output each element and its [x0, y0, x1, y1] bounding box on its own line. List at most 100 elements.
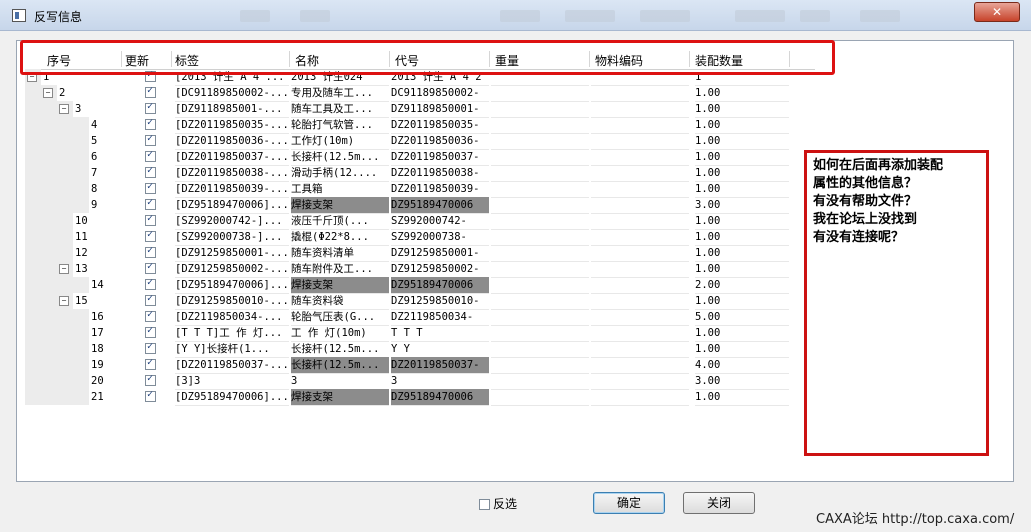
cell-code[interactable]: DZ2119850034-	[391, 309, 489, 326]
cell-material-code[interactable]	[591, 277, 689, 294]
cell-name[interactable]: 随车工具及工...	[291, 101, 389, 118]
cell-quantity[interactable]: 1.00	[695, 165, 789, 182]
update-checkbox[interactable]	[145, 245, 156, 258]
cell-code[interactable]: DZ91259850001-	[391, 245, 489, 262]
table-row[interactable]: 11 [SZ992000738-]...撬棍(Φ22*8...SZ99200073…	[25, 229, 815, 246]
cell-weight[interactable]	[491, 181, 589, 198]
cell-weight[interactable]	[491, 389, 589, 406]
cell-label[interactable]: [DZ20119850037-...	[175, 149, 289, 166]
cell-quantity[interactable]: 1.00	[695, 245, 789, 262]
cell-material-code[interactable]	[591, 197, 689, 214]
table-row[interactable]: −15 [DZ91259850010-...随车资料袋DZ91259850010-…	[25, 293, 815, 310]
cell-weight[interactable]	[491, 293, 589, 310]
cell-name[interactable]: 撬棍(Φ22*8...	[291, 229, 389, 246]
cell-label[interactable]: [SZ992000742-]...	[175, 213, 289, 230]
cell-name[interactable]: 工 作 灯(10m)	[291, 325, 389, 342]
update-checkbox[interactable]	[145, 373, 156, 386]
cell-weight[interactable]	[491, 373, 589, 390]
cell-name[interactable]: 滑动手柄(12....	[291, 165, 389, 182]
cell-quantity[interactable]: 4.00	[695, 357, 789, 374]
cell-code[interactable]: DZ20119850037-	[391, 357, 489, 374]
update-checkbox[interactable]	[145, 309, 156, 322]
cell-quantity[interactable]: 1.00	[695, 229, 789, 246]
cell-label[interactable]: [DZ91259850010-...	[175, 293, 289, 310]
cell-label[interactable]: [DZ20119850038-...	[175, 165, 289, 182]
cell-weight[interactable]	[491, 229, 589, 246]
cell-material-code[interactable]	[591, 293, 689, 310]
cell-code[interactable]: DZ20119850036-	[391, 133, 489, 150]
cell-material-code[interactable]	[591, 373, 689, 390]
update-checkbox[interactable]	[145, 293, 156, 306]
cell-code[interactable]: DZ95189470006	[391, 277, 489, 294]
update-checkbox[interactable]	[145, 277, 156, 290]
cell-name[interactable]: 专用及随车工...	[291, 85, 389, 102]
cell-label[interactable]: [DZ91259850002-...	[175, 261, 289, 278]
cell-code[interactable]: DZ20119850038-	[391, 165, 489, 182]
cell-name[interactable]: 工作灯(10m)	[291, 133, 389, 150]
cell-label[interactable]: [SZ992000738-]...	[175, 229, 289, 246]
cell-weight[interactable]	[491, 277, 589, 294]
cell-material-code[interactable]	[591, 245, 689, 262]
cell-quantity[interactable]: 1.00	[695, 181, 789, 198]
cell-name[interactable]: 3	[291, 373, 389, 390]
table-row[interactable]: 14 [DZ95189470006]...焊接支架DZ95189470006 2.0…	[25, 277, 815, 294]
cell-quantity[interactable]: 3.00	[695, 373, 789, 390]
title-bar[interactable]: 反写信息 ✕	[0, 0, 1031, 31]
cell-weight[interactable]	[491, 197, 589, 214]
cell-weight[interactable]	[491, 165, 589, 182]
cell-weight[interactable]	[491, 261, 589, 278]
cell-material-code[interactable]	[591, 325, 689, 342]
cell-code[interactable]: DZ20119850039-	[391, 181, 489, 198]
cell-material-code[interactable]	[591, 101, 689, 118]
table-row[interactable]: 8 [DZ20119850039-...工具箱DZ20119850039- 1.00	[25, 181, 815, 198]
cell-label[interactable]: [DZ20119850039-...	[175, 181, 289, 198]
table-row[interactable]: 17 [T T T]工 作 灯...工 作 灯(10m)T T T 1.00	[25, 325, 815, 342]
cell-weight[interactable]	[491, 117, 589, 134]
cell-material-code[interactable]	[591, 261, 689, 278]
update-checkbox[interactable]	[145, 197, 156, 210]
tree-collapse-icon[interactable]: −	[59, 296, 69, 306]
ok-button[interactable]: 确定	[593, 492, 665, 514]
cell-name[interactable]: 轮胎气压表(G...	[291, 309, 389, 326]
cell-name[interactable]: 长接杆(12.5m...	[291, 149, 389, 166]
table-row[interactable]: −3 [DZ9118985001-...随车工具及工...DZ9118985000…	[25, 101, 815, 118]
cell-label[interactable]: [DZ20119850035-...	[175, 117, 289, 134]
cell-weight[interactable]	[491, 245, 589, 262]
cell-weight[interactable]	[491, 149, 589, 166]
cell-quantity[interactable]: 1.00	[695, 261, 789, 278]
cell-material-code[interactable]	[591, 117, 689, 134]
cell-name[interactable]: 轮胎打气软管...	[291, 117, 389, 134]
cell-name[interactable]: 长接杆(12.5m...	[291, 357, 389, 374]
update-checkbox[interactable]	[145, 261, 156, 274]
table-row[interactable]: 21 [DZ95189470006]...焊接支架DZ95189470006 1.0…	[25, 389, 815, 406]
cell-weight[interactable]	[491, 213, 589, 230]
cell-material-code[interactable]	[591, 229, 689, 246]
cell-quantity[interactable]: 1.00	[695, 325, 789, 342]
cell-quantity[interactable]: 1.00	[695, 117, 789, 134]
cell-label[interactable]: [T T T]工 作 灯...	[175, 325, 289, 342]
cell-name[interactable]: 随车资料袋	[291, 293, 389, 310]
cell-code[interactable]: DZ20119850037-	[391, 149, 489, 166]
cell-name[interactable]: 工具箱	[291, 181, 389, 198]
cell-material-code[interactable]	[591, 309, 689, 326]
cell-material-code[interactable]	[591, 341, 689, 358]
close-button[interactable]: 关闭	[683, 492, 755, 514]
tree-collapse-icon[interactable]: −	[43, 88, 53, 98]
table-row[interactable]: −2 [DC91189850002-...专用及随车工...DC911898500…	[25, 85, 815, 102]
tree-collapse-icon[interactable]: −	[59, 104, 69, 114]
cell-label[interactable]: [DZ2119850034-...	[175, 309, 289, 326]
cell-quantity[interactable]: 1.00	[695, 293, 789, 310]
update-checkbox[interactable]	[145, 357, 156, 370]
update-checkbox[interactable]	[145, 181, 156, 194]
cell-label[interactable]: [DZ95189470006]...	[175, 389, 289, 406]
update-checkbox[interactable]	[145, 149, 156, 162]
update-checkbox[interactable]	[145, 117, 156, 130]
update-checkbox[interactable]	[145, 389, 156, 402]
update-checkbox[interactable]	[145, 101, 156, 114]
cell-quantity[interactable]: 1.00	[695, 389, 789, 406]
cell-material-code[interactable]	[591, 389, 689, 406]
cell-weight[interactable]	[491, 341, 589, 358]
cell-name[interactable]: 焊接支架	[291, 197, 389, 214]
cell-quantity[interactable]: 3.00	[695, 197, 789, 214]
cell-name[interactable]: 随车资料清单	[291, 245, 389, 262]
